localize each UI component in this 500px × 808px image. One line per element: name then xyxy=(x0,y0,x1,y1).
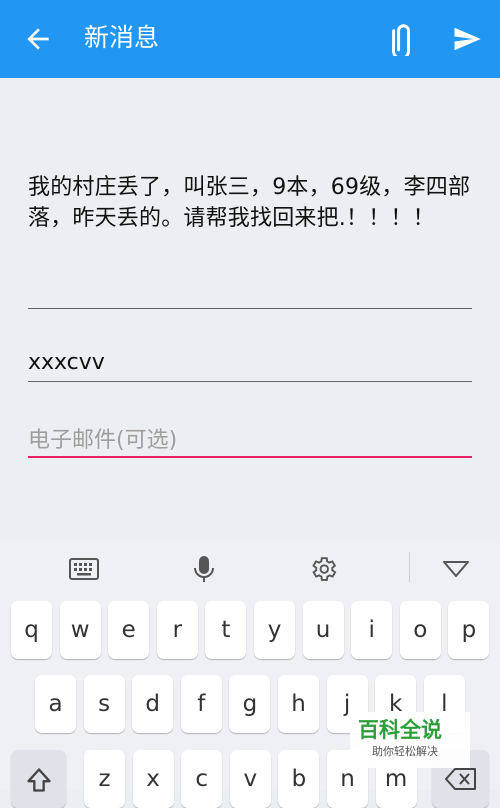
app-bar: 新消息 xyxy=(0,0,500,78)
backspace-icon xyxy=(445,768,476,790)
key-g[interactable]: g xyxy=(229,675,271,733)
message-form: 我的村庄丢了，叫张三，9本，69级，李四部落，昨天丢的。请帮我找回来把.！！！！… xyxy=(0,78,500,540)
gear-icon[interactable] xyxy=(308,554,338,584)
paperclip-icon[interactable] xyxy=(382,24,418,56)
message-underline xyxy=(28,308,472,309)
shift-key[interactable] xyxy=(11,750,66,808)
keyboard-icon[interactable] xyxy=(69,554,99,584)
back-arrow-icon[interactable] xyxy=(22,23,54,55)
key-y[interactable]: y xyxy=(254,601,295,659)
key-a[interactable]: a xyxy=(35,675,76,733)
message-text[interactable]: 我的村庄丢了，叫张三，9本，69级，李四部落，昨天丢的。请帮我找回来把.！！！！ xyxy=(28,172,474,234)
name-underline xyxy=(28,381,472,382)
key-p[interactable]: p xyxy=(448,601,490,659)
toolbar-separator xyxy=(409,552,410,582)
key-o[interactable]: o xyxy=(399,601,441,659)
key-e[interactable]: e xyxy=(108,601,150,659)
microphone-icon[interactable] xyxy=(189,554,219,584)
key-i[interactable]: i xyxy=(351,601,393,659)
email-underline xyxy=(28,456,472,458)
watermark: 百科全说 助你轻松解决 xyxy=(350,712,470,768)
name-field[interactable]: xxxcvv xyxy=(28,350,105,375)
key-r[interactable]: r xyxy=(156,601,198,659)
key-h[interactable]: h xyxy=(278,675,319,733)
watermark-subtitle: 助你轻松解决 xyxy=(372,745,438,758)
key-u[interactable]: u xyxy=(302,601,344,659)
key-t[interactable]: t xyxy=(205,601,247,659)
page-title: 新消息 xyxy=(84,23,160,52)
key-s[interactable]: s xyxy=(83,675,125,733)
key-c[interactable]: c xyxy=(181,750,223,808)
key-x[interactable]: x xyxy=(132,750,174,808)
hide-keyboard-icon[interactable] xyxy=(441,554,471,584)
key-f[interactable]: f xyxy=(180,675,222,733)
email-field[interactable]: 电子邮件(可选) xyxy=(28,422,177,454)
key-z[interactable]: z xyxy=(84,750,125,808)
key-q[interactable]: q xyxy=(11,601,52,659)
watermark-title: 百科全说 xyxy=(358,718,442,742)
key-b[interactable]: b xyxy=(278,750,320,808)
key-w[interactable]: w xyxy=(59,601,101,659)
key-v[interactable]: v xyxy=(229,750,271,808)
keyboard-toolbar xyxy=(0,540,500,596)
send-icon[interactable] xyxy=(450,24,484,54)
key-d[interactable]: d xyxy=(132,675,174,733)
